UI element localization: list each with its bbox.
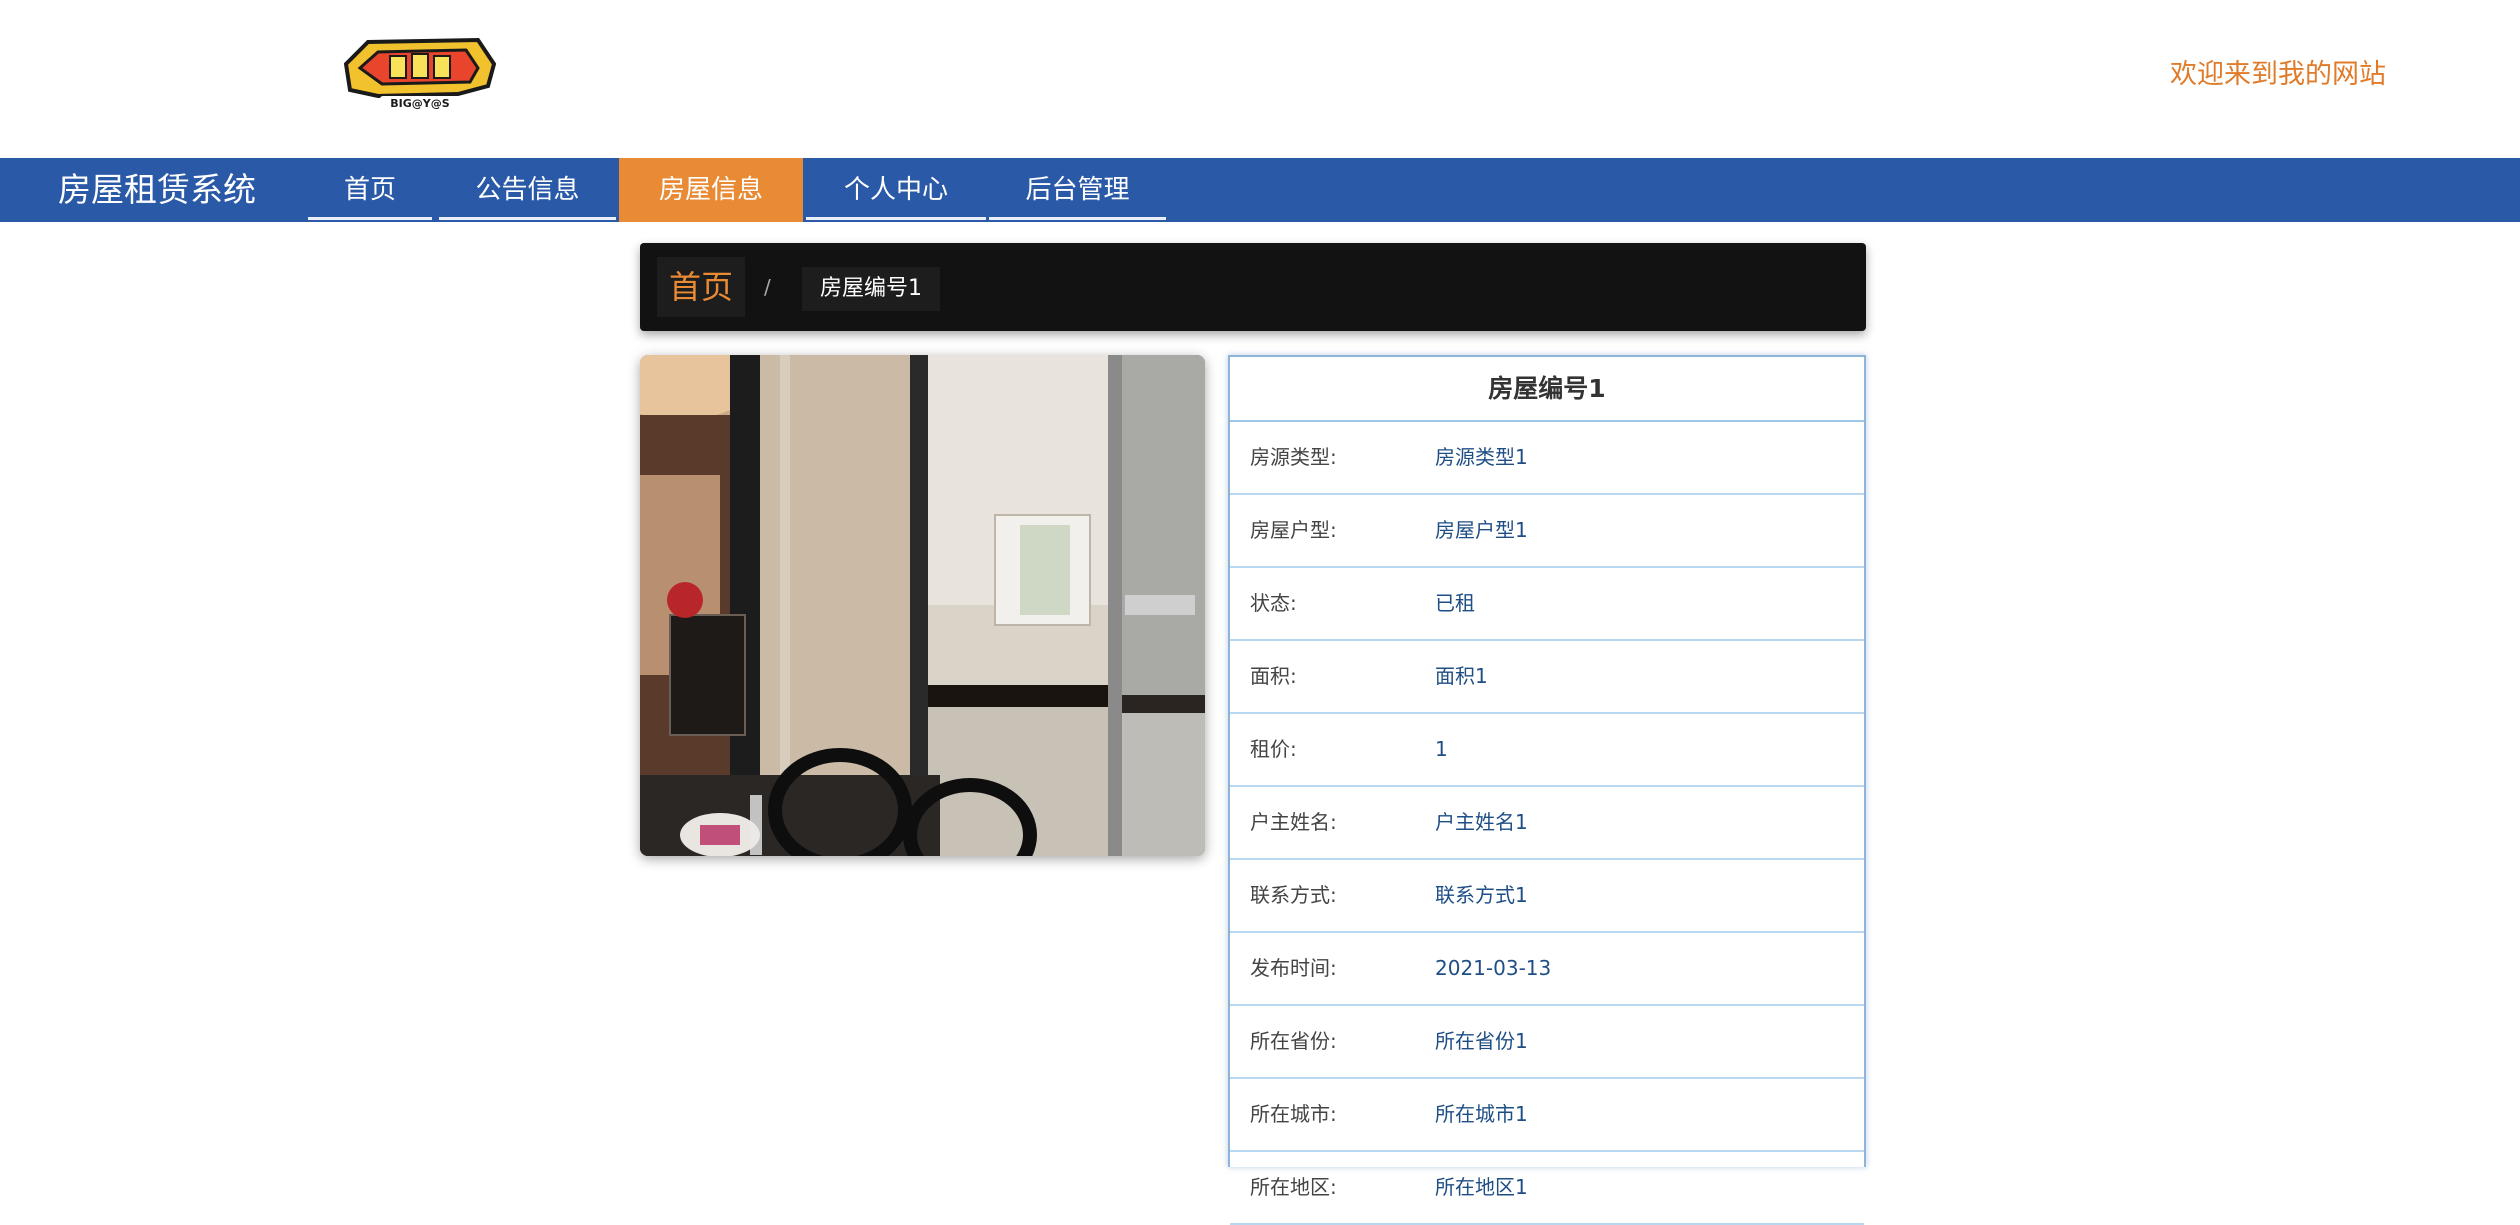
detail-label: 发布时间: bbox=[1250, 956, 1337, 980]
detail-row-layout: 房屋户型: 房屋户型1 bbox=[1230, 495, 1864, 568]
detail-value: 所在城市1 bbox=[1435, 1102, 1528, 1126]
nav-item-home[interactable]: 首页 bbox=[308, 158, 432, 220]
detail-value: 面积1 bbox=[1435, 664, 1488, 688]
detail-value: 1 bbox=[1435, 737, 1448, 761]
detail-label: 房源类型: bbox=[1250, 445, 1337, 469]
site-logo[interactable]: BIG@Y@S bbox=[338, 34, 500, 114]
nav-item-admin[interactable]: 后台管理 bbox=[989, 158, 1166, 220]
breadcrumb-separator: / bbox=[764, 275, 771, 299]
nav-item-notices[interactable]: 公告信息 bbox=[439, 158, 616, 220]
detail-value: 户主姓名1 bbox=[1435, 810, 1528, 834]
house-photo bbox=[640, 355, 1205, 856]
detail-value: 房源类型1 bbox=[1435, 445, 1528, 469]
detail-row-city: 所在城市: 所在城市1 bbox=[1230, 1079, 1864, 1152]
detail-label: 房屋户型: bbox=[1250, 518, 1337, 542]
main-nav: 房屋租赁系统 首页 公告信息 房屋信息 个人中心 后台管理 bbox=[0, 158, 2520, 222]
logo-text: BIG@Y@S bbox=[390, 97, 449, 110]
detail-value: 2021-03-13 bbox=[1435, 956, 1552, 980]
detail-value: 联系方式1 bbox=[1435, 883, 1528, 907]
breadcrumb: 首页 / 房屋编号1 bbox=[640, 243, 1866, 331]
detail-value: 房屋户型1 bbox=[1435, 518, 1528, 542]
detail-value: 已租 bbox=[1435, 591, 1475, 615]
detail-row-published: 发布时间: 2021-03-13 bbox=[1230, 933, 1864, 1006]
detail-row-price: 租价: 1 bbox=[1230, 714, 1864, 787]
detail-row-status: 状态: 已租 bbox=[1230, 568, 1864, 641]
nav-item-houses[interactable]: 房屋信息 bbox=[619, 158, 803, 222]
detail-row-contact: 联系方式: 联系方式1 bbox=[1230, 860, 1864, 933]
detail-row-province: 所在省份: 所在省份1 bbox=[1230, 1006, 1864, 1079]
detail-label: 所在省份: bbox=[1250, 1029, 1337, 1053]
breadcrumb-home-link[interactable]: 首页 bbox=[657, 257, 746, 317]
detail-row-type: 房源类型: 房源类型1 bbox=[1230, 422, 1864, 495]
detail-value: 所在省份1 bbox=[1435, 1029, 1528, 1053]
house-title: 房屋编号1 bbox=[1230, 357, 1864, 422]
nav-item-profile[interactable]: 个人中心 bbox=[806, 158, 986, 220]
detail-row-area: 面积: 面积1 bbox=[1230, 641, 1864, 714]
detail-value: 所在地区1 bbox=[1435, 1175, 1528, 1199]
detail-row-district: 所在地区: 所在地区1 bbox=[1230, 1152, 1864, 1225]
house-detail-table: 房屋编号1 房源类型: 房源类型1 房屋户型: 房屋户型1 状态: 已租 面积:… bbox=[1228, 355, 1866, 1225]
breadcrumb-current: 房屋编号1 bbox=[802, 267, 940, 311]
detail-label: 所在地区: bbox=[1250, 1175, 1337, 1199]
detail-row-owner: 户主姓名: 户主姓名1 bbox=[1230, 787, 1864, 860]
site-header: BIG@Y@S 欢迎来到我的网站 bbox=[0, 0, 2520, 158]
detail-label: 租价: bbox=[1250, 737, 1297, 761]
site-brand[interactable]: 房屋租赁系统 bbox=[58, 158, 256, 222]
detail-label: 状态: bbox=[1250, 591, 1297, 615]
detail-label: 联系方式: bbox=[1250, 883, 1337, 907]
welcome-text: 欢迎来到我的网站 bbox=[2170, 59, 2386, 90]
detail-label: 户主姓名: bbox=[1250, 810, 1337, 834]
detail-label: 面积: bbox=[1250, 664, 1297, 688]
detail-label: 所在城市: bbox=[1250, 1102, 1337, 1126]
